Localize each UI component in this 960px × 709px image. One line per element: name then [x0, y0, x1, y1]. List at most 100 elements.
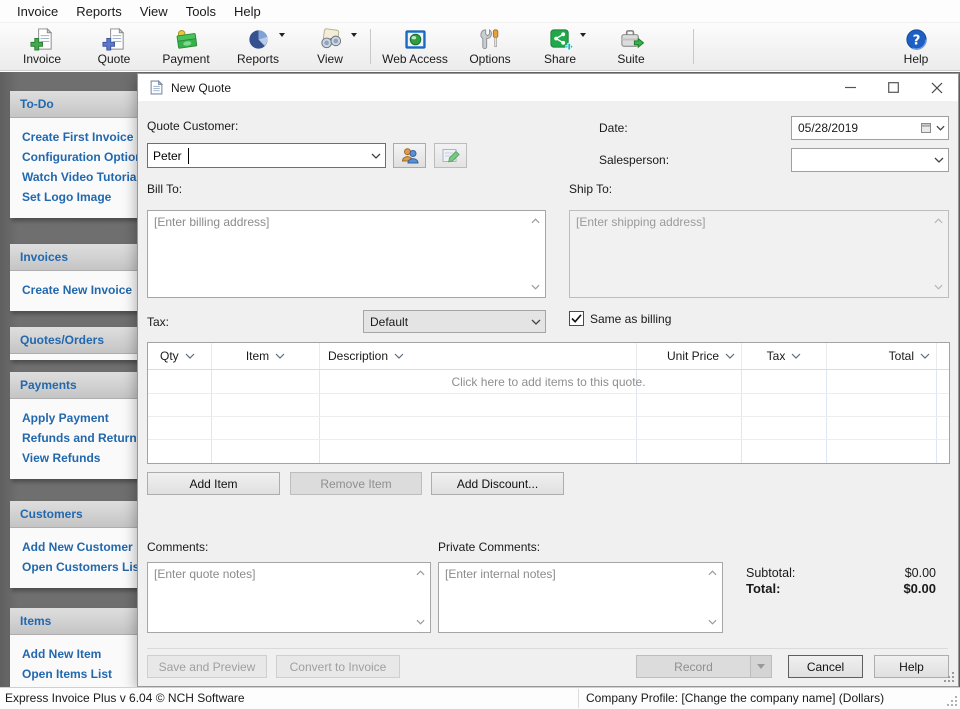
minimize-button[interactable] — [829, 74, 872, 101]
sidebar-header-quotes-orders: Quotes/Orders — [10, 327, 140, 354]
sidebar-item-create-first-invoice[interactable]: Create First Invoice — [10, 127, 140, 147]
resize-grip[interactable] — [946, 695, 958, 707]
private-comments-textarea[interactable] — [439, 563, 722, 632]
checkbox-checked-icon[interactable] — [569, 311, 584, 326]
toolbar-invoice-button[interactable]: Invoice — [6, 24, 78, 69]
toolbar-label: Web Access — [382, 52, 448, 66]
footer-separator — [147, 648, 948, 649]
toolbar-reports-button[interactable]: Reports — [222, 24, 294, 69]
sidebar-item-add-new-customer[interactable]: Add New Customer — [10, 537, 140, 557]
grid-line — [148, 439, 949, 440]
select-customer-button[interactable] — [393, 143, 426, 168]
customer-input[interactable] — [148, 147, 367, 164]
sidebar-section-customers: Customers Add New Customer Open Customer… — [10, 501, 140, 588]
comments-field — [147, 562, 431, 633]
toolbar-label: Reports — [236, 52, 280, 66]
column-header-tax[interactable]: Tax — [742, 343, 827, 369]
column-header-item[interactable]: Item — [212, 343, 320, 369]
calendar-icon[interactable] — [918, 122, 948, 134]
scroll-up-icon[interactable] — [705, 567, 719, 579]
new-quote-dialog: New Quote Quote Customer: Peter Date: 05… — [137, 73, 959, 687]
scroll-down-icon[interactable] — [705, 616, 719, 628]
sidebar-item-set-logo-image[interactable]: Set Logo Image — [10, 187, 140, 207]
sidebar-item-configuration-options[interactable]: Configuration Options — [10, 147, 140, 167]
column-header-filler — [937, 343, 949, 369]
resize-grip[interactable] — [943, 671, 955, 683]
total-value: $0.00 — [903, 581, 936, 596]
sidebar-section-invoices: Invoices Create New Invoice — [10, 244, 140, 311]
toolbar-help-button[interactable]: ? Help — [884, 24, 948, 69]
scroll-down-icon[interactable] — [413, 616, 427, 628]
menu-help[interactable]: Help — [225, 2, 270, 21]
menu-invoice[interactable]: Invoice — [8, 2, 67, 21]
ship-to-label: Ship To: — [569, 182, 613, 196]
scroll-down-icon[interactable] — [528, 281, 542, 293]
sidebar-item-add-new-item[interactable]: Add New Item — [10, 644, 140, 664]
comments-textarea[interactable] — [148, 563, 430, 632]
sidebar-item-open-items-list[interactable]: Open Items List — [10, 664, 140, 684]
sidebar-item-create-new-invoice[interactable]: Create New Invoice — [10, 280, 140, 300]
menu-tools[interactable]: Tools — [177, 2, 225, 21]
chevron-down-icon[interactable] — [279, 33, 285, 40]
sidebar-item-apply-payment[interactable]: Apply Payment — [10, 408, 140, 428]
edit-customer-button[interactable] — [434, 143, 467, 168]
toolbar-suite-button[interactable]: Suite — [595, 24, 667, 69]
bill-to-textarea[interactable] — [148, 211, 545, 297]
salesperson-combobox[interactable] — [791, 148, 949, 172]
same-as-billing-checkbox[interactable]: Same as billing — [569, 311, 671, 326]
status-company-profile[interactable]: Company Profile: [Change the company nam… — [586, 691, 884, 705]
record-button: Record — [636, 655, 750, 678]
help-button[interactable]: Help — [874, 655, 949, 678]
close-button[interactable] — [915, 74, 958, 101]
menu-view[interactable]: View — [131, 2, 177, 21]
scroll-down-icon — [931, 281, 945, 293]
column-header-unit-price[interactable]: Unit Price — [637, 343, 742, 369]
grid-line — [148, 393, 949, 394]
column-header-description[interactable]: Description — [320, 343, 637, 369]
items-table-body[interactable]: Click here to add items to this quote. — [148, 370, 949, 463]
tax-combobox[interactable]: Default — [363, 310, 546, 333]
tax-value: Default — [370, 314, 409, 329]
cancel-button[interactable]: Cancel — [788, 655, 863, 678]
items-table[interactable]: Qty Item Description Unit Price Tax Tota… — [147, 342, 950, 464]
same-as-billing-label: Same as billing — [590, 311, 672, 326]
options-icon — [479, 28, 498, 50]
toolbar-view-button[interactable]: View — [294, 24, 366, 69]
chevron-down-icon[interactable] — [580, 33, 586, 40]
sidebar-item-open-customers-list[interactable]: Open Customers List — [10, 557, 140, 577]
chevron-down-icon[interactable] — [351, 33, 357, 40]
scroll-up-icon[interactable] — [413, 567, 427, 579]
toolbar-options-button[interactable]: Options — [455, 24, 525, 69]
table-empty-hint[interactable]: Click here to add items to this quote. — [148, 375, 949, 389]
toolbar-share-button[interactable]: Share — [525, 24, 595, 69]
menu-reports[interactable]: Reports — [67, 2, 131, 21]
private-comments-label: Private Comments: — [438, 540, 541, 554]
suite-icon — [620, 30, 644, 49]
add-discount-button[interactable]: Add Discount... — [431, 472, 564, 495]
scroll-up-icon — [931, 215, 945, 227]
date-picker[interactable]: 05/28/2019 — [791, 116, 949, 140]
maximize-button[interactable] — [872, 74, 915, 101]
toolbar-label: Invoice — [22, 52, 62, 66]
sidebar-item-watch-video-tutorials[interactable]: Watch Video Tutorials — [10, 167, 140, 187]
sidebar-item-refunds-and-returns[interactable]: Refunds and Returns — [10, 428, 140, 448]
chevron-down-icon[interactable] — [367, 153, 385, 159]
salesperson-label: Salesperson: — [599, 153, 670, 167]
toolbar-label: Suite — [617, 52, 645, 66]
column-header-total[interactable]: Total — [827, 343, 937, 369]
reports-icon — [248, 30, 268, 49]
toolbar-web-access-button[interactable]: Web Access — [375, 24, 455, 69]
sidebar-item-view-refunds[interactable]: View Refunds — [10, 448, 140, 468]
toolbar-label: Payment — [162, 52, 210, 66]
scroll-up-icon[interactable] — [528, 215, 542, 227]
chevron-down-icon[interactable] — [527, 319, 545, 325]
toolbar-quote-button[interactable]: Quote — [78, 24, 150, 69]
bill-to-label: Bill To: — [147, 182, 183, 196]
add-item-button[interactable]: Add Item — [147, 472, 280, 495]
column-header-qty[interactable]: Qty — [148, 343, 212, 369]
customer-combobox[interactable] — [147, 143, 386, 168]
toolbar-payment-button[interactable]: Payment — [150, 24, 222, 69]
chevron-down-icon[interactable] — [930, 157, 948, 163]
dialog-titlebar[interactable]: New Quote — [138, 74, 958, 101]
items-table-header: Qty Item Description Unit Price Tax Tota… — [148, 343, 949, 370]
